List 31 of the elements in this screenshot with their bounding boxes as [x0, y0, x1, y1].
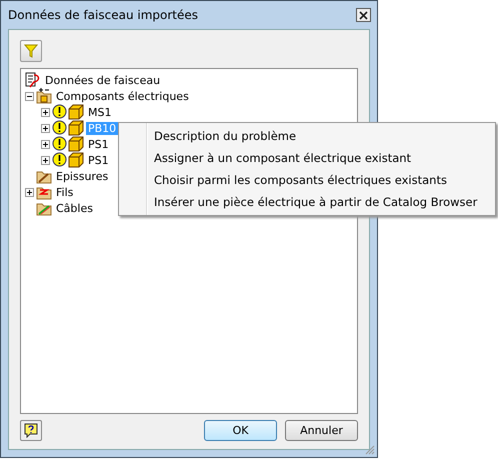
cube-icon — [68, 104, 84, 120]
menu-item[interactable]: Insérer une pièce électrique à partir de Catalog Browser — [121, 191, 493, 213]
close-button[interactable] — [356, 8, 371, 22]
tree-item[interactable]: Epissures — [54, 170, 110, 182]
tree-item[interactable]: MS1 — [86, 106, 114, 118]
expand-toggle[interactable] — [41, 156, 50, 164]
dialog-button[interactable]: OK — [204, 420, 277, 441]
folder-icon — [36, 88, 52, 104]
expand-toggle[interactable] — [41, 108, 50, 116]
cube-icon — [68, 136, 84, 152]
resize-grip[interactable] — [365, 445, 375, 455]
harness-icon — [25, 72, 41, 88]
expand-toggle[interactable] — [41, 140, 50, 148]
tree-item[interactable]: PS1 — [86, 138, 111, 150]
dialog-button[interactable]: Annuler — [285, 420, 358, 441]
tree-item[interactable]: Données de faisceau — [43, 74, 162, 86]
tree-item[interactable]: Composants électriques — [54, 90, 191, 102]
expand-toggle[interactable] — [41, 124, 50, 132]
window-title: Données de faisceau importées — [8, 8, 198, 22]
tree-item[interactable]: Fils — [54, 186, 76, 198]
filter-button[interactable] — [20, 40, 42, 62]
tree-item[interactable]: PS1 — [86, 154, 111, 166]
tree-item[interactable]: Câbles — [54, 202, 95, 214]
menu-item[interactable]: Choisir parmi les composants électriques existants — [121, 169, 493, 191]
collapse-toggle[interactable] — [25, 92, 34, 100]
expand-toggle[interactable] — [25, 188, 34, 196]
menu-item[interactable]: Assigner à un composant électrique existant — [121, 147, 493, 169]
help-button[interactable] — [20, 420, 42, 441]
cube-icon — [68, 152, 84, 168]
cube-icon — [68, 120, 84, 136]
menu-item[interactable]: Description du problème — [121, 125, 493, 147]
